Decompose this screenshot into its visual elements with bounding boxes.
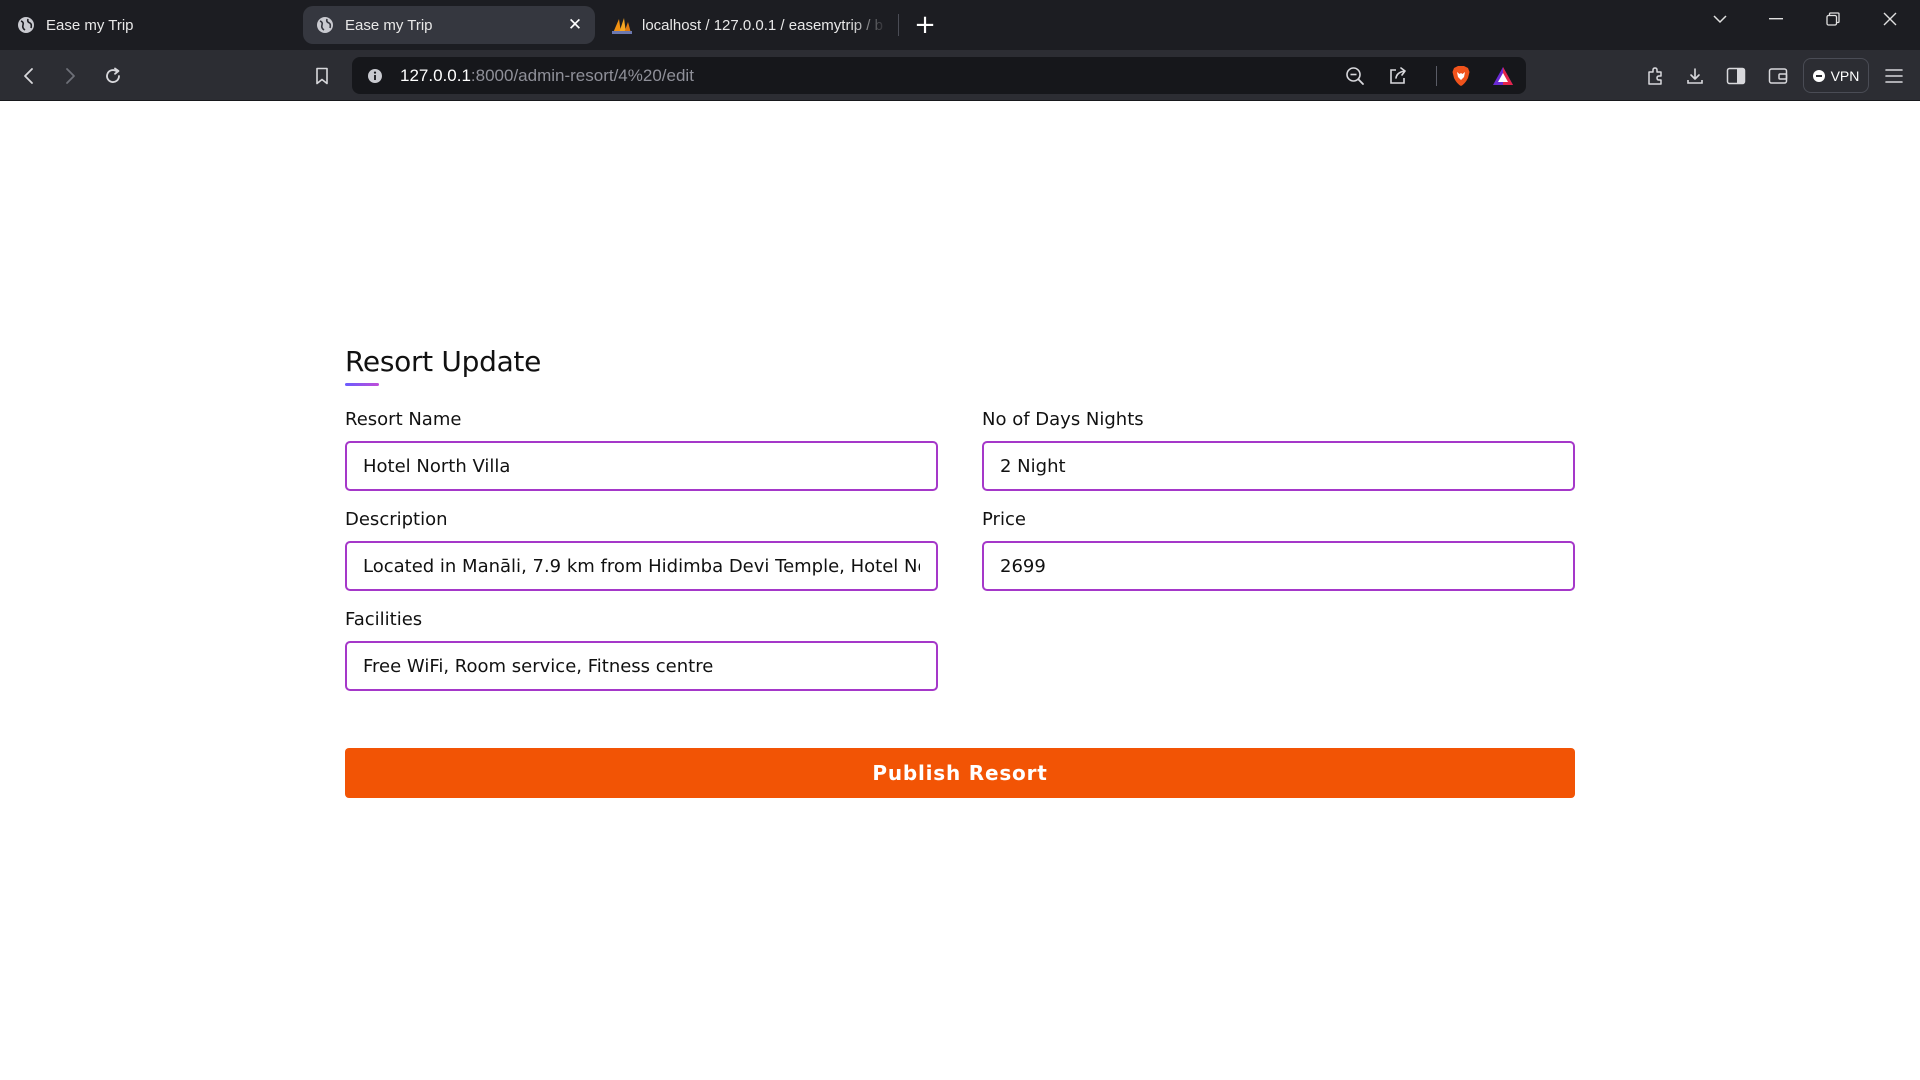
sidebar-icon[interactable] (1721, 61, 1751, 91)
vpn-status-icon (1812, 69, 1825, 82)
zoom-icon[interactable] (1342, 63, 1368, 89)
tab-label: localhost / 127.0.0.1 / easemytrip / b (642, 16, 883, 34)
facilities-label: Facilities (345, 609, 423, 630)
resort-name-input[interactable] (345, 441, 938, 491)
restore-icon[interactable] (1813, 4, 1853, 34)
globe-icon (315, 15, 335, 35)
tab-label: Ease my Trip (46, 16, 134, 34)
browser-tab-1[interactable]: Ease my Trip (14, 6, 294, 44)
title-underline (345, 383, 379, 386)
description-label: Description (345, 509, 448, 530)
publish-resort-button[interactable]: Publish Resort (345, 748, 1575, 798)
form-title: Resort Update (345, 345, 542, 378)
back-arrow-icon[interactable] (13, 60, 45, 92)
new-tab-button[interactable]: + (910, 10, 940, 40)
wallet-icon[interactable] (1763, 61, 1793, 91)
days-nights-input[interactable] (982, 441, 1575, 491)
reload-icon[interactable] (97, 60, 129, 92)
browser-tab-bar: Ease my Trip Ease my Trip ✕ localhost / … (0, 0, 1920, 50)
extensions-icon[interactable] (1640, 61, 1670, 91)
share-icon[interactable] (1385, 63, 1411, 89)
close-tab-icon[interactable]: ✕ (565, 15, 585, 35)
address-bar[interactable]: 127.0.0.1:8000/admin-resort/4%20/edit (352, 57, 1526, 94)
page-content: Resort Update Resort Name No of Days Nig… (0, 101, 1920, 1080)
bookmark-icon[interactable] (306, 60, 338, 92)
vpn-button[interactable]: VPN (1803, 58, 1869, 93)
price-input[interactable] (982, 541, 1575, 591)
browser-tab-3[interactable]: localhost / 127.0.0.1 / easemytrip / b (610, 6, 900, 44)
browser-toolbar: 127.0.0.1:8000/admin-resort/4%20/edit VP… (0, 50, 1920, 101)
description-input[interactable] (345, 541, 938, 591)
tab-search-icon[interactable] (1700, 4, 1740, 34)
menu-icon[interactable] (1879, 61, 1909, 91)
facilities-input[interactable] (345, 641, 938, 691)
vpn-label: VPN (1830, 67, 1860, 84)
phpmyadmin-icon (612, 15, 632, 35)
brave-shields-icon[interactable] (1448, 63, 1474, 89)
close-window-icon[interactable] (1870, 4, 1910, 34)
price-label: Price (982, 509, 1026, 530)
address-bar-divider (1436, 66, 1437, 86)
minimize-icon[interactable] (1756, 4, 1796, 34)
tab-label: Ease my Trip (345, 16, 433, 34)
tab-divider (898, 14, 899, 36)
brave-rewards-icon[interactable] (1490, 63, 1516, 89)
url-host: 127.0.0.1 (400, 66, 471, 85)
resort-name-label: Resort Name (345, 409, 462, 430)
days-nights-label: No of Days Nights (982, 409, 1144, 430)
url-text[interactable]: 127.0.0.1:8000/admin-resort/4%20/edit (400, 66, 694, 86)
site-info-icon[interactable] (364, 65, 386, 87)
forward-arrow-icon[interactable] (54, 60, 86, 92)
browser-tab-2-active[interactable]: Ease my Trip ✕ (303, 6, 595, 44)
globe-icon (16, 15, 36, 35)
download-icon[interactable] (1680, 61, 1710, 91)
url-path: :8000/admin-resort/4%20/edit (470, 66, 694, 85)
